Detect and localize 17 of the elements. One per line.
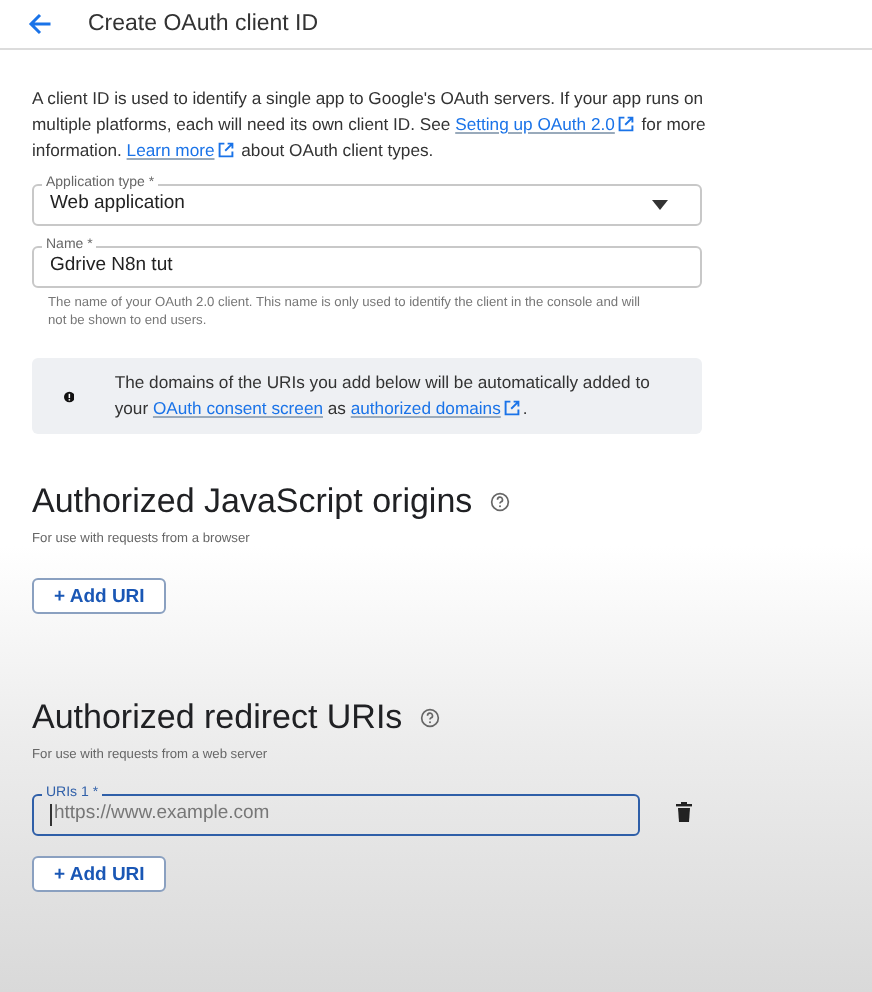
link[interactable]: Setting up OAuth 2.0 <box>455 114 615 134</box>
help-icon <box>420 708 441 728</box>
link[interactable]: Learn more <box>126 140 215 160</box>
help-icon <box>490 492 511 512</box>
section-heading: Authorized JavaScript origins <box>32 482 473 522</box>
add-uri-button[interactable]: + Add URI <box>32 578 167 614</box>
section-heading: Authorized redirect URIs <box>32 698 403 738</box>
dropdown-arrow-icon <box>652 199 668 209</box>
link[interactable]: authorized domains <box>350 398 501 418</box>
intro-paragraph: A client ID is used to identify a single app to Google's OAuth servers. If your app runs on multiple platforms, each will need its own client ID. See Setting up OAuth 2.0 for more information. Learn more about OAuth client types. <box>32 86 708 164</box>
add-uri-button[interactable]: + Add URI <box>32 856 167 892</box>
trash-icon[interactable] <box>676 801 692 821</box>
info-text: The domains of the URIs you add below will be automatically added to your OAuth consent screen as authorized domains . <box>114 370 652 422</box>
info-icon <box>64 387 75 405</box>
link[interactable]: OAuth consent screen <box>152 398 323 418</box>
back-arrow-icon <box>28 12 52 36</box>
page-title: Create OAuth client ID <box>88 12 319 36</box>
